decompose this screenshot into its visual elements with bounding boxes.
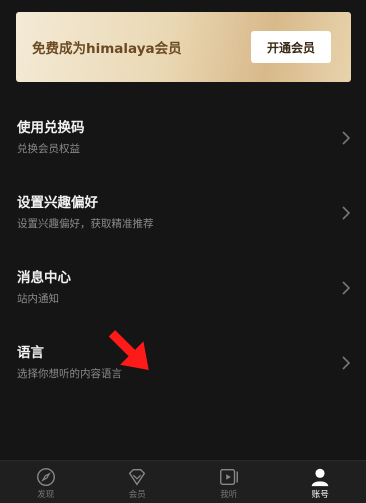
chevron-right-icon bbox=[342, 355, 351, 370]
menu-item-title: 设置兴趣偏好 bbox=[17, 195, 98, 211]
menu-item-subtitle: 站内通知 bbox=[17, 293, 59, 305]
tab-label: 我听 bbox=[220, 490, 238, 500]
tab-label: 会员 bbox=[128, 490, 146, 500]
menu-item-interests[interactable]: 设置兴趣偏好 设置兴趣偏好，获取精准推荐 bbox=[0, 175, 366, 250]
menu-item-redeem-code[interactable]: 使用兑换码 兑换会员权益 bbox=[0, 100, 366, 175]
annotation-arrow-icon bbox=[108, 330, 149, 371]
compass-icon bbox=[36, 468, 55, 486]
person-icon bbox=[312, 468, 329, 487]
menu-item-title: 消息中心 bbox=[17, 270, 71, 286]
tab-membership[interactable]: 会员 bbox=[92, 461, 184, 503]
menu-item-subtitle: 兑换会员权益 bbox=[17, 143, 80, 155]
vip-promo-text: 免费成为himalaya会员 bbox=[32, 41, 182, 57]
open-membership-button[interactable]: 开通会员 bbox=[251, 31, 331, 63]
tab-my-listening[interactable]: 我听 bbox=[183, 461, 275, 503]
tab-discover[interactable]: 发现 bbox=[0, 461, 92, 503]
menu-item-messages[interactable]: 消息中心 站内通知 bbox=[0, 250, 366, 325]
menu-item-subtitle: 选择你想听的内容语言 bbox=[17, 368, 122, 380]
player-icon bbox=[219, 468, 238, 486]
tab-account[interactable]: 账号 bbox=[275, 461, 366, 503]
menu-item-language[interactable]: 语言 选择你想听的内容语言 bbox=[0, 325, 366, 400]
menu-item-subtitle: 设置兴趣偏好，获取精准推荐 bbox=[17, 218, 154, 230]
menu-item-title: 使用兑换码 bbox=[17, 120, 85, 136]
chevron-right-icon bbox=[342, 205, 351, 220]
menu-item-title: 语言 bbox=[17, 345, 44, 361]
vip-banner: 免费成为himalaya会员 开通会员 bbox=[16, 12, 351, 82]
chevron-right-icon bbox=[342, 280, 351, 295]
diamond-icon bbox=[129, 468, 146, 486]
bottom-tab-bar: 发现 会员 我听 账号 bbox=[0, 460, 366, 503]
tab-label: 账号 bbox=[311, 490, 329, 500]
account-menu: 使用兑换码 兑换会员权益 设置兴趣偏好 设置兴趣偏好，获取精准推荐 消息中心 站… bbox=[0, 100, 366, 400]
chevron-right-icon bbox=[342, 130, 351, 145]
tab-label: 发现 bbox=[37, 490, 55, 500]
